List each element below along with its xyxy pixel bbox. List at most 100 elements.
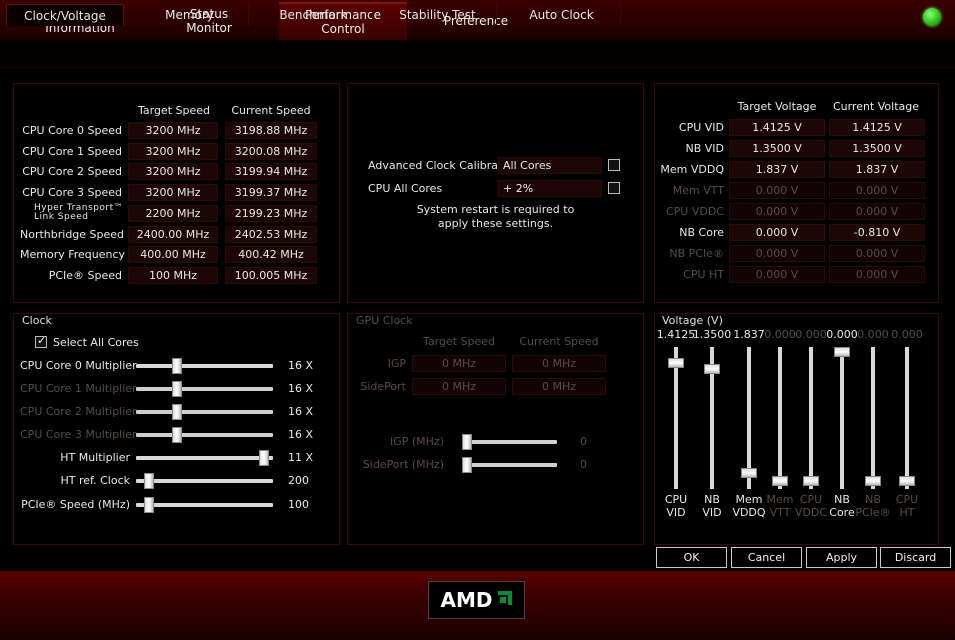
voltage-current-value: 0.000 V xyxy=(829,182,925,199)
subtab-auto-clock[interactable]: Auto Clock xyxy=(503,4,621,26)
header-current-voltage: Current Voltage xyxy=(832,100,920,113)
subtab-memory[interactable]: Memory xyxy=(131,4,249,26)
header-target-speed: Target Speed xyxy=(137,104,210,117)
slider-track xyxy=(136,364,273,368)
discard-button[interactable]: Discard xyxy=(880,547,951,568)
cpu-all-cores-checkbox[interactable] xyxy=(608,182,620,194)
subtab-stability-test[interactable]: Stability Test xyxy=(379,4,497,26)
clock-slider-label: CPU Core 1 Multiplier xyxy=(20,382,137,395)
clock-current-speed: 2199.23 MHz xyxy=(225,204,317,222)
gpu-row-label: IGP xyxy=(387,357,406,370)
voltage-current-value: 0.000 V xyxy=(829,266,925,283)
clock-slider xyxy=(136,404,273,420)
clock-target-speed: 2400.00 MHz xyxy=(128,225,218,243)
voltage-slider[interactable] xyxy=(834,347,850,489)
gpu-panel-title: GPU Clock xyxy=(356,314,413,327)
voltage-slider-top-value: 0.000 xyxy=(891,328,923,341)
slider-track xyxy=(136,433,273,437)
slider-thumb[interactable] xyxy=(741,468,757,478)
slider-track xyxy=(809,347,813,489)
voltage-current-value: 0.000 V xyxy=(829,245,925,262)
slider-track xyxy=(840,347,844,489)
gpu-target-speed: 0 MHz xyxy=(412,378,506,395)
clock-current-speed: 3199.37 MHz xyxy=(225,184,317,202)
slider-thumb xyxy=(899,476,915,486)
clock-row-label: Northbridge Speed xyxy=(20,227,125,241)
cancel-button[interactable]: Cancel xyxy=(731,547,802,568)
clock-slider-label: HT Multiplier xyxy=(60,451,130,464)
voltage-target-value: 0.000 V xyxy=(729,182,825,199)
clock-slider xyxy=(136,381,273,397)
slider-thumb[interactable] xyxy=(668,358,684,368)
clock-target-speed: 100 MHz xyxy=(128,266,218,284)
voltage-target-value: 1.837 V xyxy=(729,161,825,178)
voltage-row-label: NB VID xyxy=(685,142,724,155)
slider-thumb[interactable] xyxy=(144,497,154,513)
gpu-slider-value: 0 xyxy=(580,435,587,448)
slider-thumb[interactable] xyxy=(144,473,154,489)
voltage-row-label: CPU VID xyxy=(678,121,724,134)
select-all-cores-checkbox[interactable] xyxy=(35,334,47,348)
acc-label: Advanced Clock Calibration xyxy=(368,159,520,172)
voltage-current-value: 1.837 V xyxy=(829,161,925,178)
clock-slider-label: CPU Core 0 Multiplier xyxy=(20,359,137,372)
cpu-all-cores-label: CPU All Cores xyxy=(368,182,443,195)
voltage-slider xyxy=(772,347,788,489)
voltage-slider[interactable] xyxy=(741,347,757,489)
slider-thumb[interactable] xyxy=(834,347,850,357)
clock-slider[interactable] xyxy=(136,497,273,513)
voltage-current-value: -0.810 V xyxy=(829,224,925,241)
subtab-clock-voltage[interactable]: Clock/Voltage xyxy=(6,4,124,26)
voltage-target-value: 0.000 V xyxy=(729,203,825,220)
clock-row-label: CPU Core 1 Speed xyxy=(22,144,122,158)
voltage-panel-title: Voltage (V) xyxy=(662,314,723,327)
clock-slider[interactable] xyxy=(136,473,273,489)
subtab-benchmark[interactable]: Benchmark xyxy=(255,4,373,26)
clock-current-speed: 2402.53 MHz xyxy=(225,225,317,243)
select-all-cores-label: Select All Cores xyxy=(53,336,139,349)
voltage-slider-top-value: 1.3500 xyxy=(692,328,732,341)
cpu-all-cores-value: + 2% xyxy=(498,180,602,197)
clock-slider-value: 11 X xyxy=(288,451,314,464)
amd-logo: AMD xyxy=(428,581,525,619)
voltage-slider-top-value: 1.4125 xyxy=(656,328,696,341)
gpu-current-speed: 0 MHz xyxy=(512,378,606,395)
clock-slider-value: 100 xyxy=(288,498,309,511)
gpu-target-speed: 0 MHz xyxy=(412,355,506,372)
slider-track xyxy=(136,387,273,391)
restart-message: System restart is required to apply thes… xyxy=(416,203,575,230)
slider-thumb[interactable] xyxy=(259,450,269,466)
voltage-row-label: NB Core xyxy=(679,226,724,239)
slider-thumb[interactable] xyxy=(172,358,182,374)
clock-slider[interactable] xyxy=(136,450,273,466)
voltage-slider[interactable] xyxy=(704,347,720,489)
ok-button[interactable]: OK xyxy=(656,547,727,568)
gpu-header-target: Target Speed xyxy=(422,335,495,348)
voltage-slider xyxy=(803,347,819,489)
slider-track xyxy=(778,347,782,489)
slider-thumb xyxy=(172,404,182,420)
voltage-slider[interactable] xyxy=(668,347,684,489)
gpu-slider xyxy=(462,434,557,450)
clock-target-speed: 3200 MHz xyxy=(128,142,218,160)
header-target-voltage: Target Voltage xyxy=(737,100,817,113)
voltage-row-label: NB PCIe® xyxy=(669,247,724,260)
voltage-slider xyxy=(865,347,881,489)
voltage-target-value: 0.000 V xyxy=(729,266,825,283)
clock-slider-value: 16 X xyxy=(288,359,314,372)
apply-button[interactable]: Apply xyxy=(806,547,877,568)
clock-row-label: CPU Core 3 Speed xyxy=(22,186,122,200)
acc-checkbox[interactable] xyxy=(608,159,620,171)
clock-slider-value: 16 X xyxy=(288,428,314,441)
clock-slider-value: 200 xyxy=(288,474,309,487)
acc-value: All Cores xyxy=(498,157,602,174)
clock-target-speed: 2200 MHz xyxy=(128,204,218,222)
slider-track xyxy=(136,410,273,414)
slider-thumb xyxy=(462,457,472,473)
clock-panel-title: Clock xyxy=(22,314,52,327)
voltage-target-value: 0.000 V xyxy=(729,224,825,241)
clock-slider[interactable] xyxy=(136,358,273,374)
slider-track xyxy=(462,440,557,444)
slider-track xyxy=(462,463,557,467)
slider-thumb[interactable] xyxy=(704,364,720,374)
